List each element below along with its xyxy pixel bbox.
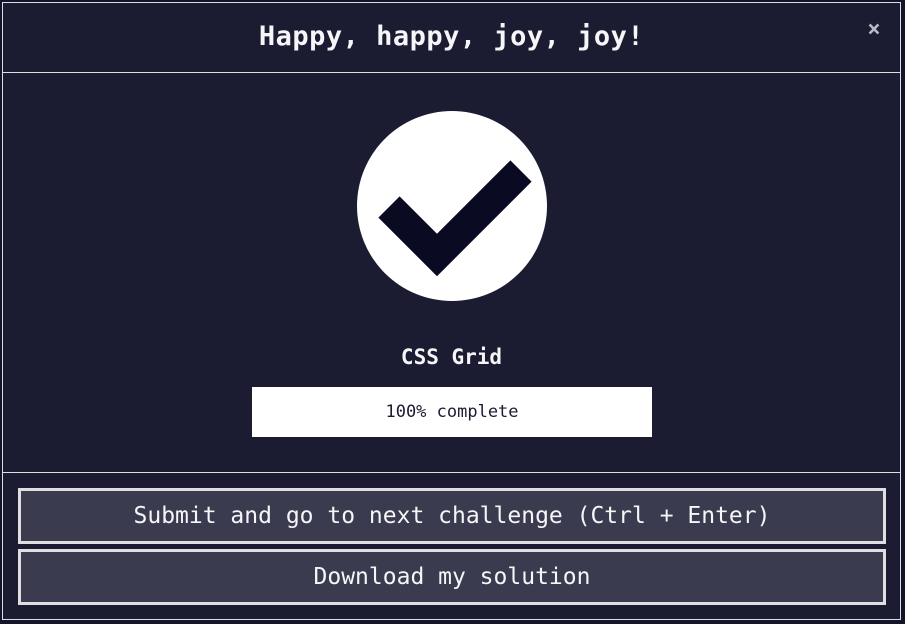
progress-bar: 100% complete — [252, 387, 652, 437]
completion-modal: Happy, happy, joy, joy! × CSS Grid 100% … — [2, 2, 901, 620]
close-icon[interactable]: × — [862, 17, 886, 42]
modal-title: Happy, happy, joy, joy! — [258, 21, 645, 52]
block-title: CSS Grid — [400, 345, 503, 369]
download-solution-button[interactable]: Download my solution — [18, 549, 886, 605]
checkmark-icon — [357, 111, 547, 301]
modal-body: CSS Grid 100% complete — [3, 73, 900, 473]
progress-text: 100% complete — [385, 402, 519, 422]
submit-next-challenge-button[interactable]: Submit and go to next challenge (Ctrl + … — [18, 488, 886, 544]
modal-header: Happy, happy, joy, joy! × — [3, 3, 900, 73]
